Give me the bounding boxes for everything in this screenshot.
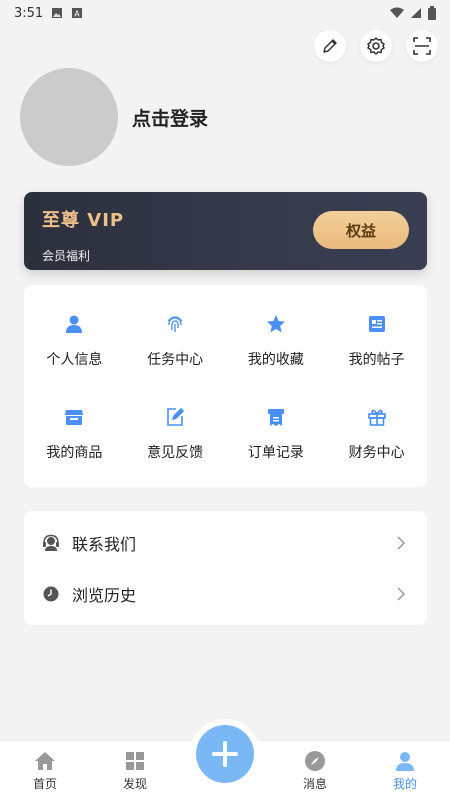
shop-icon bbox=[61, 404, 87, 430]
pencil-icon bbox=[323, 39, 337, 53]
plus-icon bbox=[212, 741, 238, 767]
bottom-tab-bar: 首页 发现 消息 我的 bbox=[0, 719, 450, 800]
vip-subtitle: 会员福利 bbox=[42, 249, 91, 263]
wifi-icon bbox=[390, 7, 404, 18]
tab-label: 发现 bbox=[122, 777, 147, 791]
person-icon bbox=[61, 311, 87, 337]
list-item-contact-us[interactable]: 联系我们 bbox=[42, 517, 407, 568]
fingerprint-icon bbox=[162, 311, 188, 337]
grid-label: 我的收藏 bbox=[247, 351, 304, 368]
grid-label: 我的帖子 bbox=[348, 351, 405, 368]
vip-benefits-button[interactable]: 权益 bbox=[313, 211, 409, 249]
grid-item-finance[interactable]: 财务中心 bbox=[326, 386, 427, 479]
font-icon: A bbox=[72, 8, 83, 19]
home-icon bbox=[35, 752, 55, 770]
grid-item-posts[interactable]: 我的帖子 bbox=[326, 293, 427, 386]
tab-label: 我的 bbox=[392, 777, 417, 791]
star-icon bbox=[263, 311, 289, 337]
status-time: 3:51 bbox=[14, 5, 44, 21]
grid-item-profile-info[interactable]: 个人信息 bbox=[24, 293, 125, 386]
user-icon bbox=[396, 752, 414, 771]
vip-title: 至尊 VIP bbox=[42, 210, 125, 231]
tab-label: 首页 bbox=[32, 777, 57, 791]
gift-icon bbox=[364, 404, 390, 430]
grid-label: 个人信息 bbox=[46, 351, 103, 368]
grid-item-favorites[interactable]: 我的收藏 bbox=[226, 293, 327, 386]
profile-section[interactable]: 点击登录 bbox=[20, 68, 208, 166]
tab-mine[interactable]: 我的 bbox=[360, 741, 450, 800]
image-icon bbox=[52, 8, 63, 18]
grid-item-products[interactable]: 我的商品 bbox=[24, 386, 125, 479]
scan-button[interactable] bbox=[406, 30, 438, 62]
chevron-right-icon bbox=[397, 535, 406, 550]
grid-label: 意见反馈 bbox=[147, 444, 204, 461]
grid-item-orders[interactable]: 订单记录 bbox=[226, 386, 327, 479]
vip-card[interactable]: 至尊 VIP 会员福利 权益 bbox=[24, 192, 427, 270]
avatar[interactable] bbox=[20, 68, 118, 166]
list-label: 浏览历史 bbox=[72, 585, 137, 605]
menu-list: 联系我们 浏览历史 bbox=[24, 511, 427, 625]
grid-item-feedback[interactable]: 意见反馈 bbox=[125, 386, 226, 479]
status-bar: 3:51 A bbox=[0, 0, 450, 26]
edit-button[interactable] bbox=[314, 30, 346, 62]
edit-icon bbox=[162, 404, 188, 430]
login-label[interactable]: 点击登录 bbox=[132, 104, 208, 131]
list-item-history[interactable]: 浏览历史 bbox=[42, 568, 407, 619]
tab-messages[interactable]: 消息 bbox=[270, 741, 360, 800]
scan-icon bbox=[413, 37, 431, 55]
list-label: 联系我们 bbox=[72, 534, 137, 554]
chevron-right-icon bbox=[397, 586, 406, 601]
top-actions bbox=[314, 30, 438, 62]
clock-icon bbox=[42, 585, 60, 603]
fab-ring bbox=[190, 719, 260, 789]
feature-grid: 个人信息 任务中心 我的收藏 我的帖子 我的商品 意见反馈 订单记录 财务中心 bbox=[24, 285, 427, 487]
grid-label: 财务中心 bbox=[348, 444, 405, 461]
signal-icon bbox=[411, 8, 421, 18]
compass-icon bbox=[305, 751, 325, 771]
tab-publish bbox=[180, 719, 270, 800]
publish-button[interactable] bbox=[196, 725, 254, 783]
grid-icon bbox=[126, 752, 144, 770]
battery-icon bbox=[428, 6, 436, 20]
grid-label: 任务中心 bbox=[147, 351, 204, 368]
gear-icon bbox=[367, 37, 385, 55]
tab-label: 消息 bbox=[302, 777, 327, 791]
headset-icon bbox=[42, 534, 60, 552]
tab-discover[interactable]: 发现 bbox=[90, 741, 180, 800]
grid-item-task-center[interactable]: 任务中心 bbox=[125, 293, 226, 386]
settings-button[interactable] bbox=[360, 30, 392, 62]
grid-label: 我的商品 bbox=[46, 444, 103, 461]
svg-text:A: A bbox=[74, 10, 80, 19]
tab-home[interactable]: 首页 bbox=[0, 741, 90, 800]
grid-label: 订单记录 bbox=[247, 444, 304, 461]
receipt-icon bbox=[263, 404, 289, 430]
post-icon bbox=[364, 311, 390, 337]
